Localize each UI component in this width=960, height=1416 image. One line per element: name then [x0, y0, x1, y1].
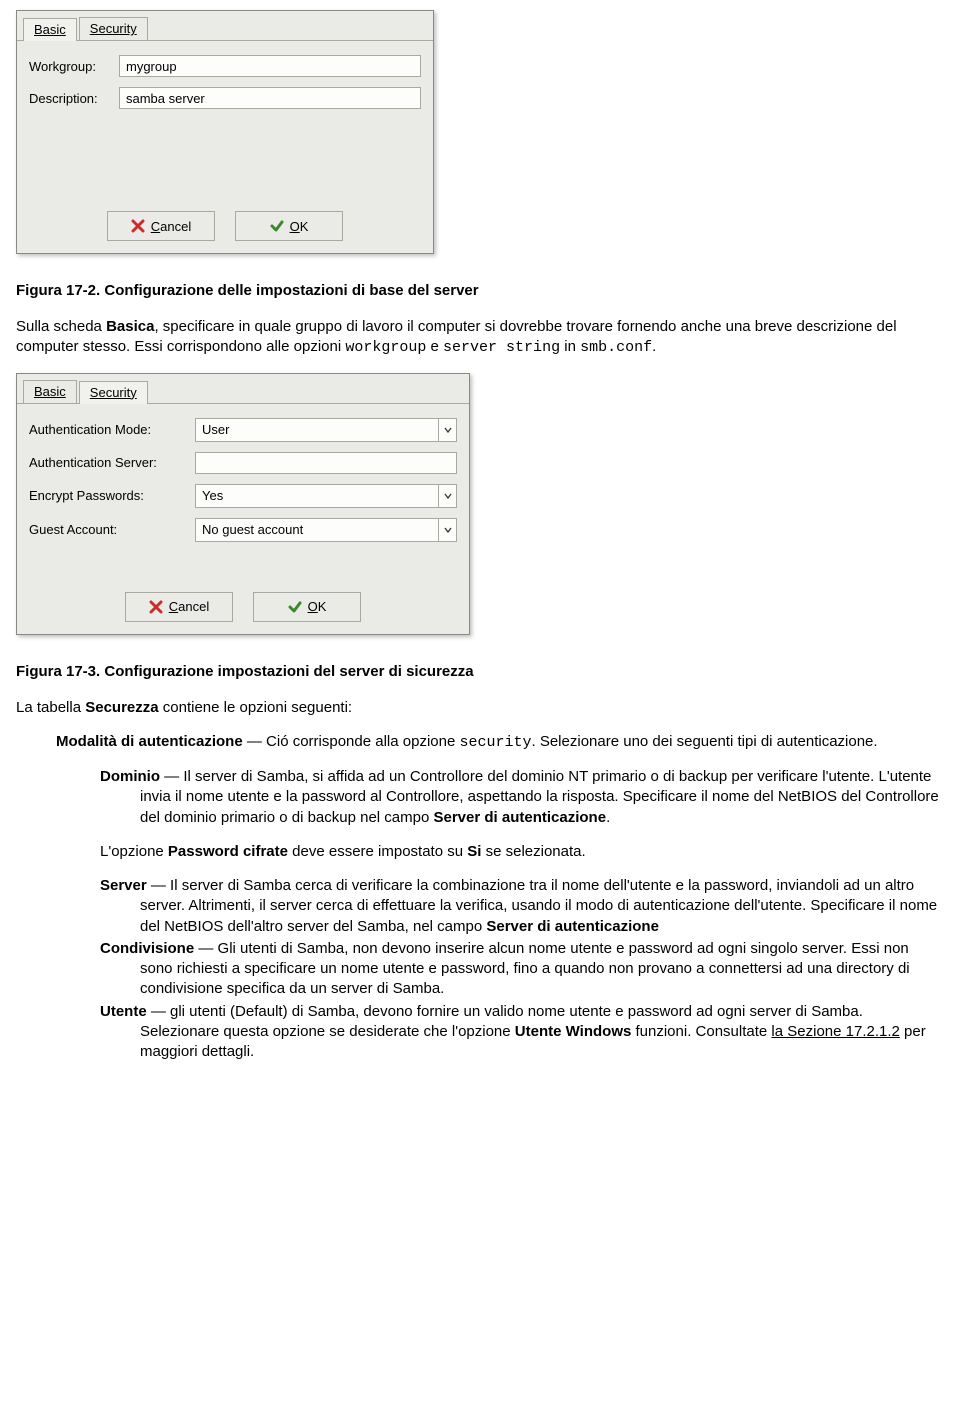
description-input[interactable]: samba server: [119, 87, 421, 109]
tab-security[interactable]: Security: [79, 17, 148, 40]
ok-button[interactable]: OK: [253, 592, 361, 622]
authmode-label: Authentication Mode:: [29, 422, 195, 437]
dialog-body: Workgroup: mygroup Description: samba se…: [17, 41, 433, 207]
tabs: Basic Security: [17, 374, 469, 404]
def-dominio: Dominio — Il server di Samba, si affida …: [100, 767, 944, 862]
basic-settings-dialog: Basic Security Workgroup: mygroup Descri…: [16, 10, 434, 254]
chevron-down-icon[interactable]: [438, 519, 456, 541]
section-link[interactable]: la Sezione 17.2.1.2: [771, 1023, 899, 1040]
description-label: Description:: [29, 91, 119, 106]
tab-security-label: Security: [90, 385, 137, 400]
tab-basic-label: Basic: [34, 384, 66, 399]
tab-basic[interactable]: Basic: [23, 380, 77, 403]
cancel-button[interactable]: Cancel: [125, 592, 233, 622]
encrypt-label: Encrypt Passwords:: [29, 488, 195, 503]
button-row: Cancel OK: [17, 588, 469, 634]
figure-caption-1: Figura 17-2. Configurazione delle impost…: [16, 282, 948, 299]
definition-list: Modalità di autenticazione — Ció corrisp…: [16, 732, 944, 1063]
ok-button[interactable]: OK: [235, 211, 343, 241]
dialog-body: Authentication Mode: User Authentication…: [17, 404, 469, 588]
def-utente: Utente — gli utenti (Default) di Samba, …: [100, 1002, 944, 1063]
description-value: samba server: [126, 91, 205, 106]
ok-icon: [288, 600, 302, 614]
paragraph-1: Sulla scheda Basica, specificare in qual…: [16, 317, 944, 359]
ok-label: O: [290, 219, 300, 234]
cancel-label: C: [151, 219, 160, 234]
workgroup-label: Workgroup:: [29, 59, 119, 74]
cancel-button[interactable]: Cancel: [107, 211, 215, 241]
ok-label-rest: K: [300, 219, 309, 234]
tab-security[interactable]: Security: [79, 381, 148, 404]
def-modalita: Modalità di autenticazione — Ció corrisp…: [56, 732, 944, 753]
chevron-down-icon[interactable]: [438, 419, 456, 441]
def-condivisione: Condivisione — Gli utenti di Samba, non …: [100, 939, 944, 1000]
cancel-icon: [149, 600, 163, 614]
guest-combo[interactable]: No guest account: [195, 518, 457, 542]
workgroup-value: mygroup: [126, 59, 177, 74]
encrypt-combo[interactable]: Yes: [195, 484, 457, 508]
authmode-value: User: [196, 422, 438, 437]
ok-label: O: [308, 599, 318, 614]
chevron-down-icon[interactable]: [438, 485, 456, 507]
tab-basic[interactable]: Basic: [23, 18, 77, 41]
cancel-label-rest: ancel: [160, 219, 191, 234]
authmode-combo[interactable]: User: [195, 418, 457, 442]
cancel-label-rest: ancel: [178, 599, 209, 614]
tabs: Basic Security: [17, 11, 433, 41]
encrypt-value: Yes: [196, 488, 438, 503]
def-server: Server — Il server di Samba cerca di ver…: [100, 876, 944, 937]
authserver-input[interactable]: [195, 452, 457, 474]
cancel-label: C: [169, 599, 178, 614]
ok-label-rest: K: [318, 599, 327, 614]
guest-value: No guest account: [196, 522, 438, 537]
security-settings-dialog: Basic Security Authentication Mode: User…: [16, 373, 470, 635]
figure-caption-2: Figura 17-3. Configurazione impostazioni…: [16, 663, 948, 680]
paragraph-2: La tabella Securezza contiene le opzioni…: [16, 698, 944, 718]
ok-icon: [270, 219, 284, 233]
authserver-label: Authentication Server:: [29, 455, 195, 470]
tab-basic-label: Basic: [34, 22, 66, 37]
workgroup-input[interactable]: mygroup: [119, 55, 421, 77]
tab-security-label: Security: [90, 21, 137, 36]
button-row: Cancel OK: [17, 207, 433, 253]
guest-label: Guest Account:: [29, 522, 195, 537]
cancel-icon: [131, 219, 145, 233]
